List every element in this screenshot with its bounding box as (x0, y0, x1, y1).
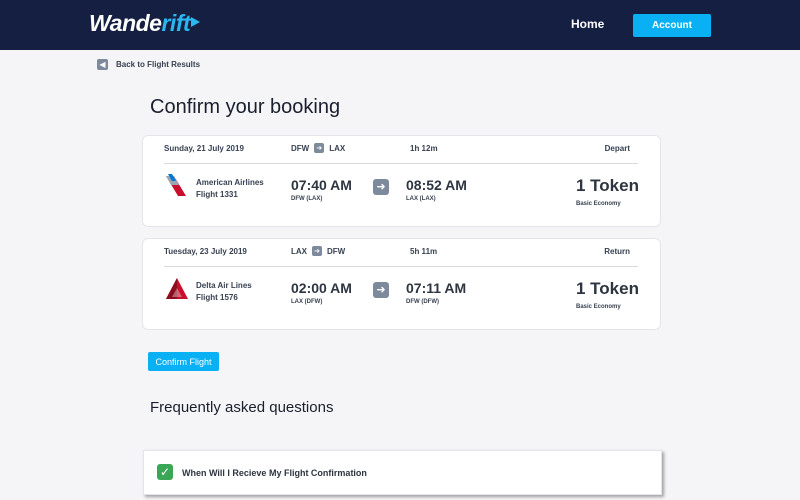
page-title: Confirm your booking (150, 96, 341, 118)
flight-direction: Return (604, 247, 630, 256)
confirm-flight-button[interactable]: Confirm Flight (148, 352, 219, 371)
flight-card-return: Tuesday, 23 July 2019 LAX ➜ DFW 5h 11m R… (142, 238, 661, 330)
flight-price: 1 Token (576, 176, 639, 195)
route-arrow-icon: ➜ (314, 143, 325, 153)
flight-route: LAX ➜ DFW (291, 246, 345, 256)
flight-route: DFW ➜ LAX (291, 143, 345, 153)
cabin-class: Basic Economy (576, 201, 621, 207)
flight-direction: Depart (604, 144, 630, 153)
flight-arrow-icon: ➜ (373, 282, 389, 298)
depart-time: 07:40 AM (291, 177, 352, 193)
airline-info: Delta Air Lines Flight 1576 (196, 280, 252, 304)
flight-date: Sunday, 21 July 2019 (164, 144, 244, 153)
route-from: LAX (291, 246, 307, 256)
back-to-results-link[interactable]: ◀ Back to Flight Results (97, 59, 200, 70)
faq-heading: Frequently asked questions (150, 399, 334, 416)
back-link-label: Back to Flight Results (116, 60, 201, 69)
card-divider (164, 163, 638, 164)
account-button[interactable]: Account (633, 14, 711, 37)
flight-price: 1 Token (576, 279, 639, 298)
arrive-time: 08:52 AM (406, 177, 467, 193)
route-to: DFW (327, 246, 346, 256)
faq-item[interactable]: ✓ When Will I Recieve My Flight Confirma… (143, 450, 662, 495)
arrive-airport: LAX (LAX) (406, 196, 436, 202)
flight-number: Flight 1576 (196, 293, 238, 302)
depart-airport: LAX (DFW) (291, 299, 323, 305)
route-to: LAX (329, 143, 346, 153)
logo-text-part2: rift (161, 10, 191, 36)
faq-question: When Will I Recieve My Flight Confirmati… (182, 468, 367, 478)
arrive-time: 07:11 AM (406, 280, 467, 296)
flight-card-depart: Sunday, 21 July 2019 DFW ➜ LAX 1h 12m De… (142, 135, 661, 227)
card-divider (164, 266, 638, 267)
american-airlines-logo-icon (166, 174, 186, 196)
depart-airport: DFW (LAX) (291, 196, 323, 202)
airline-name: Delta Air Lines (196, 281, 252, 290)
logo-text-part1: Wande (89, 10, 162, 36)
route-arrow-icon: ➜ (312, 246, 322, 256)
back-arrow-icon: ◀ (97, 59, 108, 70)
airline-name: American Airlines (196, 178, 264, 187)
airline-info: American Airlines Flight 1331 (196, 177, 264, 201)
logo-arrow-icon (191, 16, 201, 27)
flight-number: Flight 1331 (196, 190, 238, 199)
wanderift-logo[interactable]: Wande rift (89, 10, 201, 37)
flight-duration: 5h 11m (410, 247, 438, 256)
nav-home-link[interactable]: Home (571, 17, 604, 31)
arrive-airport: DFW (DFW) (406, 299, 439, 305)
route-from: DFW (291, 143, 310, 153)
depart-time: 02:00 AM (291, 280, 352, 296)
flight-date: Tuesday, 23 July 2019 (164, 247, 247, 256)
top-navbar: Wande rift Home Account (0, 0, 800, 50)
delta-logo-icon (166, 278, 188, 299)
flight-duration: 1h 12m (410, 144, 438, 153)
check-mark-icon: ✓ (157, 464, 173, 480)
flight-arrow-icon: ➜ (373, 179, 389, 195)
cabin-class: Basic Economy (576, 304, 621, 310)
